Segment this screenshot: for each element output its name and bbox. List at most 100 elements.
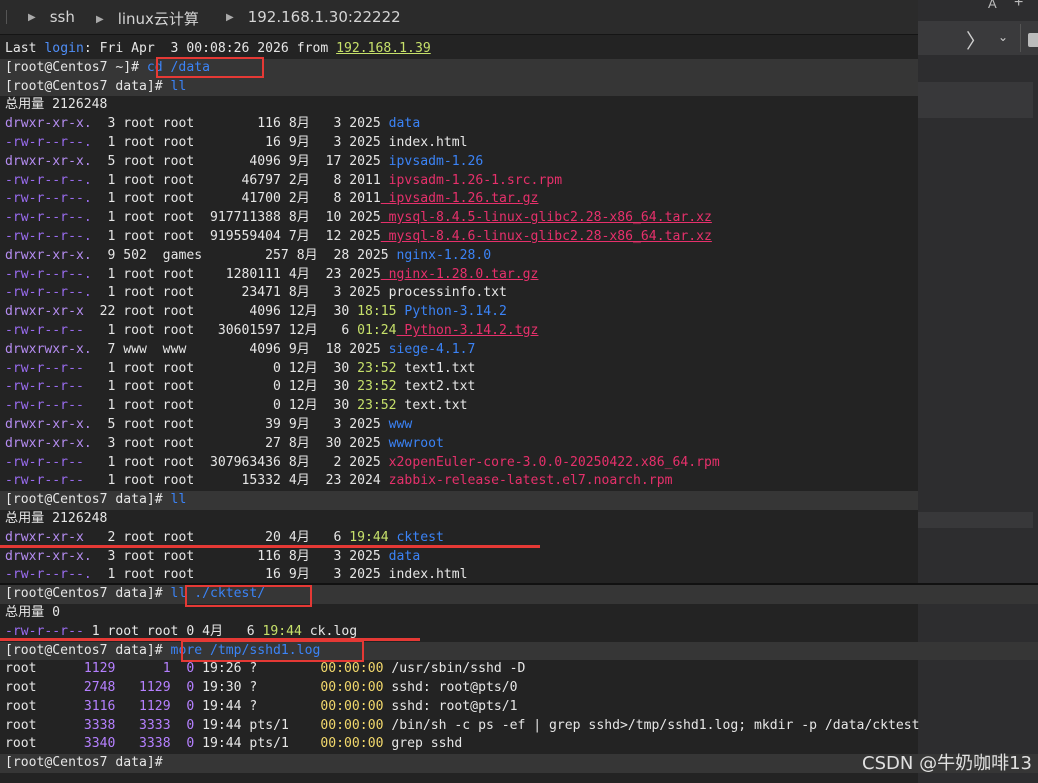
time: 2025 bbox=[349, 228, 381, 244]
day: 6 bbox=[309, 529, 350, 545]
time: 2025 bbox=[349, 454, 381, 470]
day: 6 bbox=[317, 322, 358, 338]
size: 307963436 bbox=[202, 454, 289, 470]
size: 4096 bbox=[202, 341, 289, 357]
month: 8月 bbox=[288, 548, 310, 564]
time: 2025 bbox=[349, 134, 381, 150]
day: 12 bbox=[309, 228, 350, 244]
caret-right-icon: ▶ bbox=[96, 14, 104, 25]
ps-stime: 19:44 bbox=[194, 717, 242, 733]
ps-pid: 2748 bbox=[83, 680, 116, 696]
file-name: data bbox=[380, 116, 421, 132]
new-tab-button[interactable]: + bbox=[1014, 0, 1023, 12]
day: 2 bbox=[309, 454, 350, 470]
ps-tty: pts/1 bbox=[241, 736, 289, 752]
size: 116 bbox=[202, 548, 289, 564]
permissions: -rw-r--r-- bbox=[5, 322, 92, 338]
prompt: [root@Centos7 data]# bbox=[5, 78, 163, 94]
breadcrumb-item-ssh[interactable]: ▶ ssh bbox=[28, 8, 75, 26]
meta: 1 root root 0 4月 6 bbox=[83, 623, 263, 639]
time: 2025 bbox=[357, 247, 389, 263]
file-row: drwxr-xr-x. 3 root root 27 8月 30 2025 ww… bbox=[0, 435, 918, 454]
permissions: drwxr-xr-x. bbox=[5, 153, 92, 169]
day: 18 bbox=[309, 341, 350, 357]
file-name: cktest bbox=[388, 529, 444, 545]
size: 917711388 bbox=[202, 210, 289, 226]
day: 28 bbox=[317, 247, 358, 263]
day: 30 bbox=[317, 379, 358, 395]
permissions: -rw-r--r--. bbox=[5, 228, 92, 244]
file-row: -rw-r--r-- 1 root root 307963436 8月 2 20… bbox=[0, 454, 918, 473]
owner: root root bbox=[123, 360, 203, 376]
file-name: text1.txt bbox=[396, 360, 476, 376]
day: 3 bbox=[309, 134, 350, 150]
permissions: -rw-r--r--. bbox=[5, 285, 92, 301]
file-name: zabbix-release-latest.el7.noarch.rpm bbox=[380, 473, 673, 489]
owner: root root bbox=[123, 567, 203, 583]
month: 12月 bbox=[288, 322, 318, 338]
ps-cmd: sshd: root@pts/1 bbox=[383, 698, 518, 714]
owner: root root bbox=[123, 210, 203, 226]
day: 8 bbox=[309, 191, 350, 207]
owner: root root bbox=[123, 454, 203, 470]
owner: root root bbox=[123, 416, 203, 432]
file-name: data bbox=[380, 548, 421, 564]
file-name: siege-4.1.7 bbox=[380, 341, 476, 357]
owner: root root bbox=[123, 529, 203, 545]
file-row: drwxr-xr-x. 3 root root 116 8月 3 2025 da… bbox=[0, 548, 918, 567]
ps-ppid: 1129 bbox=[115, 680, 171, 696]
owner: root root bbox=[123, 435, 203, 451]
day: 8 bbox=[309, 172, 350, 188]
breadcrumb-item-folder[interactable]: ▶ linux云计算 bbox=[96, 8, 199, 29]
breadcrumb-item-host[interactable]: ▶ 192.168.1.30:22222 bbox=[226, 8, 401, 26]
highlight-box-cd bbox=[156, 57, 264, 78]
file-name: www bbox=[380, 416, 413, 432]
time: 2025 bbox=[349, 435, 381, 451]
day: 3 bbox=[309, 567, 350, 583]
file-row: -rw-r--r--. 1 root root 16 9月 3 2025 ind… bbox=[0, 134, 918, 153]
ps-tty: ? bbox=[241, 661, 289, 677]
font-size-button[interactable]: A bbox=[988, 0, 997, 11]
permissions: -rw-r--r--. bbox=[5, 191, 92, 207]
prompt: [root@Centos7 data]# bbox=[5, 755, 163, 771]
prompt-line-cktest: [root@Centos7 data]# ll ./cktest/ bbox=[0, 585, 1038, 604]
owner: root root bbox=[123, 304, 203, 320]
size: 20 bbox=[202, 529, 289, 545]
owner: root root bbox=[123, 473, 203, 489]
session-breadcrumb-bar: ▶ ssh ▶ linux云计算 ▶ 192.168.1.30:22222 bbox=[0, 0, 918, 35]
permissions: -rw-r--r--. bbox=[5, 210, 92, 226]
breadcrumb-label: ssh bbox=[49, 8, 75, 26]
time: 23:52 bbox=[357, 360, 397, 376]
owner: root root bbox=[123, 398, 203, 414]
owner: root root bbox=[123, 172, 203, 188]
time: 19:44 bbox=[262, 623, 302, 639]
day: 30 bbox=[309, 435, 350, 451]
month: 4月 bbox=[288, 529, 310, 545]
owner: root root bbox=[123, 285, 203, 301]
ps-pid: 1129 bbox=[83, 661, 116, 677]
month: 9月 bbox=[288, 567, 310, 583]
permissions: -rw-r--r-- bbox=[5, 398, 92, 414]
permissions: drwxr-xr-x. bbox=[5, 247, 92, 263]
time: 18:15 bbox=[357, 304, 397, 320]
ps-cmd: sshd: root@pts/0 bbox=[383, 680, 518, 696]
ps-c: 0 bbox=[170, 736, 195, 752]
file-row: drwxr-xr-x. 9 502 games 257 8月 28 2025 n… bbox=[0, 247, 918, 266]
day: 3 bbox=[309, 116, 350, 132]
terminal-output[interactable]: Last login: Fri Apr 3 00:08:26 2026 from… bbox=[0, 40, 1038, 774]
link-count: 1 bbox=[91, 266, 124, 282]
owner: root root bbox=[123, 153, 203, 169]
month: 12月 bbox=[288, 379, 318, 395]
prompt: [root@Centos7 data]# bbox=[5, 586, 163, 602]
owner: 502 games bbox=[123, 247, 210, 263]
month: 8月 bbox=[288, 435, 310, 451]
file-name: wwwroot bbox=[380, 435, 444, 451]
permissions: -rw-r--r--. bbox=[5, 134, 92, 150]
link-count: 3 bbox=[91, 548, 124, 564]
month: 12月 bbox=[288, 398, 318, 414]
process-row: root 2748 1129 0 19:30 ? 00:00:00 sshd: … bbox=[0, 679, 1038, 698]
permissions: -rw-r--r-- bbox=[5, 473, 92, 489]
ps-ppid: 3338 bbox=[115, 736, 171, 752]
size: 4096 bbox=[202, 153, 289, 169]
file-row: drwxr-xr-x. 5 root root 39 9月 3 2025 www bbox=[0, 416, 918, 435]
